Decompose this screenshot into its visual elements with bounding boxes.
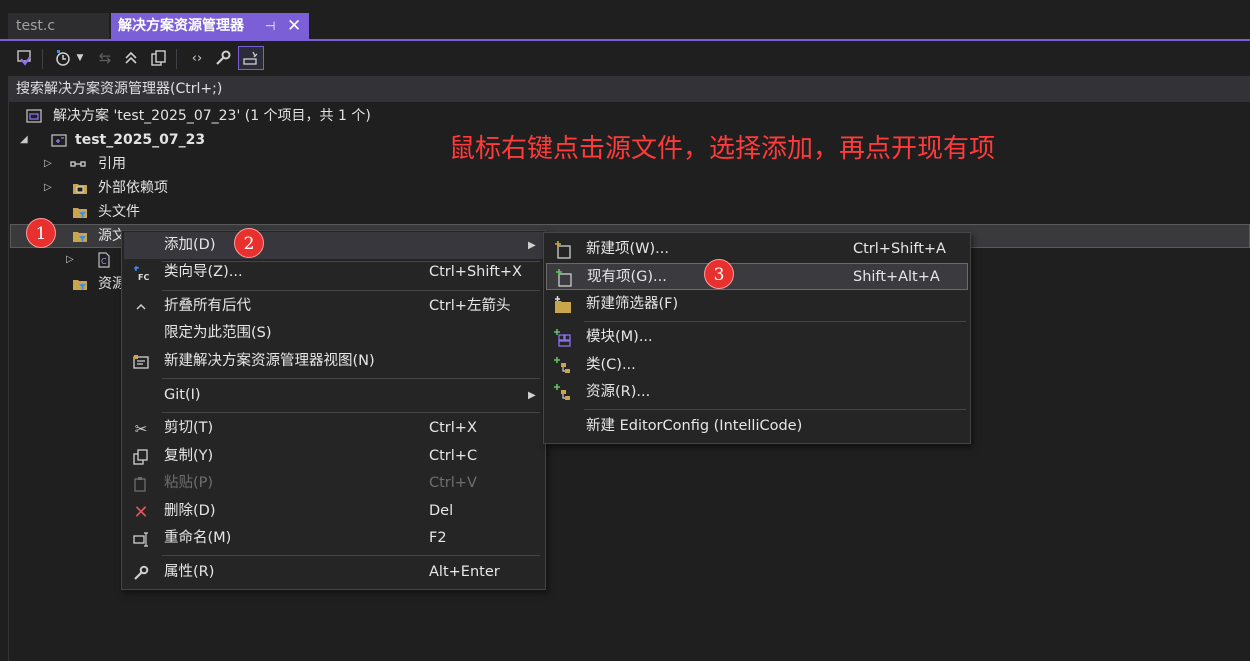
submenu-item-new-filter[interactable]: 新建筛选器(F)	[546, 291, 968, 318]
filter-folder-icon	[73, 280, 87, 290]
delete-icon: ✕	[133, 501, 149, 523]
menu-item-paste: 粘贴(P) Ctrl+V	[124, 470, 543, 497]
svg-text:C: C	[101, 257, 107, 266]
collapsed-arrow-icon[interactable]: ▷	[44, 176, 52, 200]
tree-resource-files[interactable]: 资源文件	[72, 272, 122, 296]
class-wizard-icon: FC	[132, 264, 150, 282]
collapsed-arrow-icon[interactable]: ▷	[66, 248, 74, 272]
svg-text:FC: FC	[138, 273, 149, 281]
preview-icon[interactable]	[238, 46, 264, 70]
class-icon	[554, 357, 572, 375]
existing-item-icon	[555, 269, 573, 287]
solution-explorer-toolbar: ▼ ⇆ ‹›	[8, 43, 1250, 74]
menu-item-class-wizard[interactable]: FC 类向导(Z)... Ctrl+Shift+X	[124, 259, 543, 286]
tab-solution-explorer[interactable]: 解决方案资源管理器 ⊣ ✕	[111, 13, 309, 39]
filter-folder-icon	[73, 232, 87, 242]
new-view-icon	[132, 353, 150, 371]
copy-icon	[132, 448, 150, 466]
collapse-all-icon[interactable]	[120, 46, 142, 70]
vs-solution-icon[interactable]	[14, 46, 36, 70]
submenu-item-class[interactable]: 类(C)...	[546, 352, 968, 379]
menu-item-git[interactable]: Git(I) ▶	[124, 382, 543, 409]
solution-icon	[26, 109, 42, 123]
menu-item-scope-to-this[interactable]: 限定为此范围(S)	[124, 320, 543, 347]
project-icon	[51, 134, 67, 147]
tree-source-child[interactable]: ▷ C	[66, 248, 122, 272]
tab-test-c[interactable]: test.c	[8, 13, 109, 39]
close-icon[interactable]: ✕	[287, 13, 301, 39]
context-menu: 添加(D) ▶ FC 类向导(Z)... Ctrl+Shift+X 折叠所有后代…	[121, 230, 546, 590]
submenu-item-existing-item[interactable]: 现有项(G)... Shift+Alt+A	[546, 263, 968, 290]
menu-item-add[interactable]: 添加(D) ▶	[124, 232, 543, 259]
external-deps-icon	[73, 184, 87, 194]
module-icon	[554, 329, 572, 347]
properties-icon[interactable]	[212, 46, 234, 70]
add-submenu: 新建项(W)... Ctrl+Shift+A 现有项(G)... Shift+A…	[543, 232, 971, 444]
view-code-icon[interactable]: ‹›	[186, 46, 208, 70]
step-badge-2: 2	[234, 228, 264, 258]
submenu-item-resource[interactable]: 资源(R)...	[546, 379, 968, 406]
dropdown-icon[interactable]: ▼	[74, 46, 86, 70]
submenu-item-new-item[interactable]: 新建项(W)... Ctrl+Shift+A	[546, 236, 968, 263]
submenu-arrow-icon: ▶	[528, 390, 536, 401]
menu-item-properties[interactable]: 属性(R) Alt+Enter	[124, 559, 543, 586]
menu-item-delete[interactable]: ✕ 删除(D) Del	[124, 498, 543, 525]
new-filter-icon	[554, 296, 572, 314]
submenu-item-module[interactable]: 模块(M)...	[546, 324, 968, 351]
references-icon	[70, 161, 86, 167]
chevron-up-icon	[132, 298, 150, 316]
submenu-item-editorconfig[interactable]: 新建 EditorConfig (IntelliCode)	[546, 413, 968, 440]
wrench-icon	[132, 564, 150, 582]
tree-source-files[interactable]: 源文件	[72, 224, 122, 248]
step-badge-1: 1	[26, 218, 56, 248]
submenu-arrow-icon: ▶	[528, 240, 536, 251]
history-icon[interactable]	[52, 46, 74, 70]
scissors-icon: ✂	[134, 419, 148, 438]
pin-icon[interactable]: ⊣	[265, 13, 275, 39]
rename-icon	[132, 530, 150, 548]
menu-item-collapse-descendants[interactable]: 折叠所有后代 Ctrl+左箭头	[124, 293, 543, 320]
show-all-files-icon[interactable]	[148, 46, 170, 70]
collapsed-arrow-icon[interactable]: ▷	[44, 152, 52, 176]
menu-item-new-view[interactable]: 新建解决方案资源管理器视图(N)	[124, 348, 543, 375]
expanded-arrow-icon[interactable]: ◢	[20, 128, 28, 152]
c-file-icon: C	[98, 252, 110, 268]
tutorial-annotation: 鼠标右键点击源文件，选择添加，再点开现有项	[449, 134, 996, 164]
sync-icon: ⇆	[98, 49, 112, 67]
search-input[interactable]: 搜索解决方案资源管理器(Ctrl+;)	[8, 76, 1250, 102]
document-tab-strip: test.c 解决方案资源管理器 ⊣ ✕	[0, 0, 1250, 41]
menu-item-copy[interactable]: 复制(Y) Ctrl+C	[124, 443, 543, 470]
menu-item-rename[interactable]: 重命名(M) F2	[124, 525, 543, 552]
paste-icon	[132, 475, 150, 493]
menu-item-cut[interactable]: ✂ 剪切(T) Ctrl+X	[124, 415, 543, 442]
filter-folder-icon	[73, 208, 87, 218]
resource-icon	[554, 384, 572, 402]
step-badge-3: 3	[704, 259, 734, 289]
new-item-icon	[554, 241, 572, 259]
